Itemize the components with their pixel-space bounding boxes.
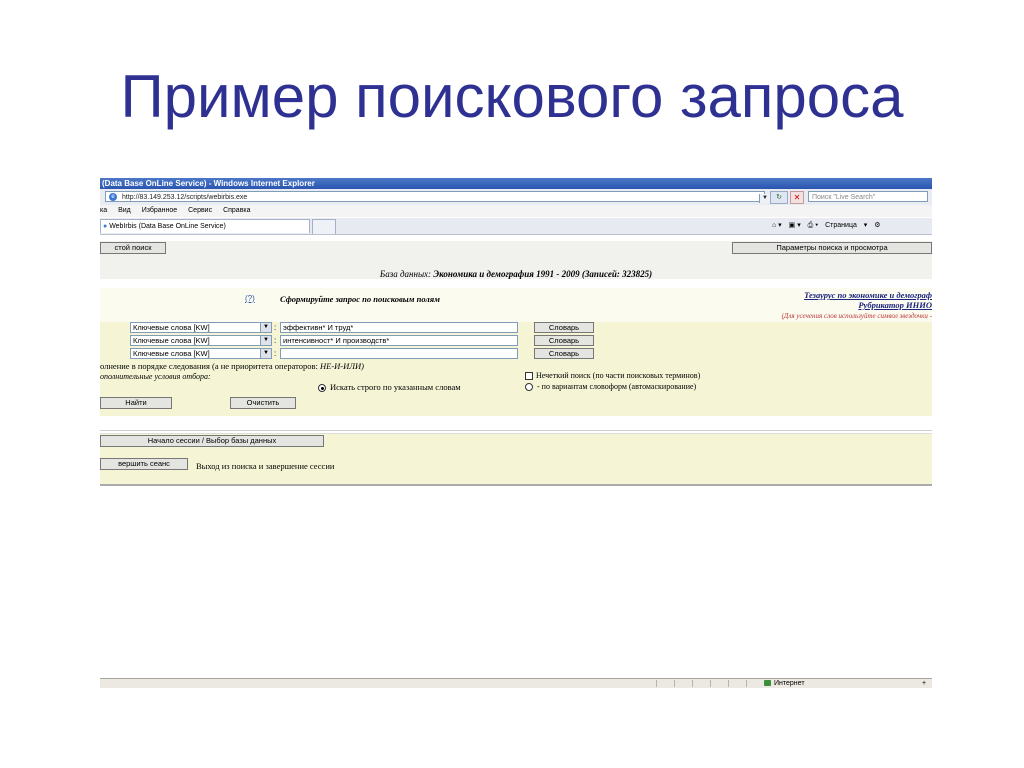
address-dropdown-icon[interactable]: ▼ xyxy=(759,194,770,203)
new-tab-button[interactable] xyxy=(312,219,336,234)
feeds-icon[interactable]: ▣ ▾ xyxy=(789,222,801,229)
security-zone: Интернет xyxy=(764,679,805,688)
term-input[interactable] xyxy=(280,348,518,359)
status-cell xyxy=(656,680,673,687)
simple-search-button[interactable]: стой поиск xyxy=(100,242,166,254)
menu-item-view[interactable]: Вид xyxy=(118,207,131,214)
session-start-button[interactable]: Начало сессии / Выбор базы данных xyxy=(100,435,324,447)
zone-label: Интернет xyxy=(774,680,805,687)
globe-icon xyxy=(764,680,771,687)
menu-item-file[interactable]: ка xyxy=(100,207,107,214)
fuzzy-search-checkbox[interactable] xyxy=(525,372,533,381)
end-session-button[interactable]: вершить сеанс xyxy=(100,458,188,470)
page-menu[interactable]: Страница ▾ xyxy=(825,222,867,229)
chevron-down-icon: ▼ xyxy=(260,336,271,345)
stop-button[interactable]: ✕ xyxy=(790,191,804,204)
db-label: База данных: xyxy=(379,269,432,279)
database-line: База данных: Экономика и демография 1991… xyxy=(100,269,932,279)
order-note: олнение в порядке следования (а не приор… xyxy=(100,361,364,371)
fuzzy-search-label: Нечеткий поиск (по части поисковых терми… xyxy=(536,371,701,380)
thesaurus-link[interactable]: Тезаурус по экономике и демограф xyxy=(804,290,932,300)
colon-separator: : xyxy=(274,323,277,332)
status-cell xyxy=(710,680,727,687)
find-button[interactable]: Найти xyxy=(100,397,172,409)
rubricator-link[interactable]: Рубрикатор ИНИО xyxy=(858,300,932,310)
tab-webirbis[interactable]: ● WebIrbis (Data Base OnLine Service) xyxy=(100,219,310,233)
session-panel: Начало сессии / Выбор базы данных вершит… xyxy=(100,433,932,484)
ie-icon: e xyxy=(109,193,117,201)
term-input[interactable]: эффективн* И труд* xyxy=(280,322,518,333)
top-panel: стой поиск Параметры поиска и просмотра … xyxy=(100,241,932,279)
field-select-value: Ключевые слова [KW] xyxy=(133,323,210,332)
query-form: (?) Сформируйте запрос по поисковым поля… xyxy=(100,288,932,416)
db-records: (Записей: 323825) xyxy=(581,269,653,279)
query-row: Ключевые слова [KW] ▼ : интенсивност* И … xyxy=(100,335,932,346)
address-bar: e http://83.149.253.12/scripts/webirbis.… xyxy=(100,189,932,206)
field-select-value: Ключевые слова [KW] xyxy=(133,336,210,345)
address-field[interactable]: e http://83.149.253.12/scripts/webirbis.… xyxy=(105,191,770,203)
help-link[interactable]: (?) xyxy=(245,294,255,303)
order-text: олнение в порядке следования (а не приор… xyxy=(100,361,318,371)
refresh-button[interactable]: ↻ xyxy=(770,191,788,204)
wordforms-label: - по вариантам словоформ (автомаскирован… xyxy=(537,382,697,391)
clear-button[interactable]: Очистить xyxy=(230,397,296,409)
zoom-button[interactable]: + xyxy=(916,679,932,688)
slide-title: Пример поискового запроса xyxy=(120,63,904,130)
status-cell xyxy=(674,680,691,687)
colon-separator: : xyxy=(274,349,277,358)
tab-bar: ● WebIrbis (Data Base OnLine Service) ⌂ … xyxy=(100,218,932,235)
strict-search-radio[interactable] xyxy=(318,384,326,393)
field-select-value: Ключевые слова [KW] xyxy=(133,349,210,358)
extra-conditions-label: ополнительные условия отбора: xyxy=(100,372,211,381)
strict-search-label: Искать строго по указанным словам xyxy=(330,382,461,392)
order-operators: НЕ-И-ИЛИ) xyxy=(320,361,364,371)
page-icon: ● xyxy=(103,223,108,230)
menu-item-help[interactable]: Справка xyxy=(223,207,250,214)
tab-label: WebIrbis (Data Base OnLine Service) xyxy=(109,223,226,230)
wordforms-option[interactable]: - по вариантам словоформ (автомаскирован… xyxy=(525,382,697,392)
status-cell xyxy=(746,680,763,687)
browser-screenshot: (Data Base OnLine Service) - Windows Int… xyxy=(100,178,932,688)
menu-item-favorites[interactable]: Избранное xyxy=(142,207,177,214)
divider xyxy=(100,430,932,431)
status-cell xyxy=(692,680,709,687)
chevron-down-icon: ▼ xyxy=(260,323,271,332)
menu-bar: ка Вид Избранное Сервис Справка xyxy=(100,205,932,217)
print-icon[interactable]: ⎙ ▾ xyxy=(808,222,819,229)
truncation-hint: (Для усечения слов используйте символ зв… xyxy=(781,312,932,320)
fuzzy-search-option[interactable]: Нечеткий поиск (по части поисковых терми… xyxy=(525,371,701,381)
window-title: (Data Base OnLine Service) - Windows Int… xyxy=(100,178,932,189)
live-search-input[interactable]: Поиск "Live Search" xyxy=(808,191,928,202)
field-select[interactable]: Ключевые слова [KW] ▼ xyxy=(130,322,272,333)
field-select[interactable]: Ключевые слова [KW] ▼ xyxy=(130,335,272,346)
query-row: Ключевые слова [KW] ▼ : эффективн* И тру… xyxy=(100,322,932,333)
query-form-header: (?) Сформируйте запрос по поисковым поля… xyxy=(100,288,932,322)
chevron-down-icon: ▼ xyxy=(260,349,271,358)
status-cell xyxy=(728,680,745,687)
exit-description: Выход из поиска и завершение сессии xyxy=(196,461,335,471)
colon-separator: : xyxy=(274,336,277,345)
page-menu-label: Страница xyxy=(825,222,857,229)
web-page: стой поиск Параметры поиска и просмотра … xyxy=(100,235,932,688)
search-params-button[interactable]: Параметры поиска и просмотра xyxy=(732,242,932,254)
vocabulary-button[interactable]: Словарь xyxy=(534,348,594,359)
vocabulary-button[interactable]: Словарь xyxy=(534,322,594,333)
wordforms-radio[interactable] xyxy=(525,383,533,392)
menu-item-tools[interactable]: Сервис xyxy=(188,207,212,214)
query-row: Ключевые слова [KW] ▼ : Словарь xyxy=(100,348,932,359)
db-name: Экономика и демография 1991 - 2009 xyxy=(433,269,580,279)
term-input[interactable]: интенсивност* И производств* xyxy=(280,335,518,346)
status-bar: Интернет + xyxy=(100,678,932,688)
query-title: Сформируйте запрос по поисковым полям xyxy=(280,294,440,304)
divider xyxy=(100,484,932,486)
tools-gear-icon[interactable]: ⚙ xyxy=(874,222,880,229)
address-text: http://83.149.253.12/scripts/webirbis.ex… xyxy=(122,194,248,201)
command-bar: ⌂ ▾ ▣ ▾ ⎙ ▾ Страница ▾ ⚙ xyxy=(772,221,886,231)
vocabulary-button[interactable]: Словарь xyxy=(534,335,594,346)
home-icon[interactable]: ⌂ ▾ xyxy=(772,222,782,229)
strict-search-option[interactable]: Искать строго по указанным словам xyxy=(318,382,461,393)
field-select[interactable]: Ключевые слова [KW] ▼ xyxy=(130,348,272,359)
